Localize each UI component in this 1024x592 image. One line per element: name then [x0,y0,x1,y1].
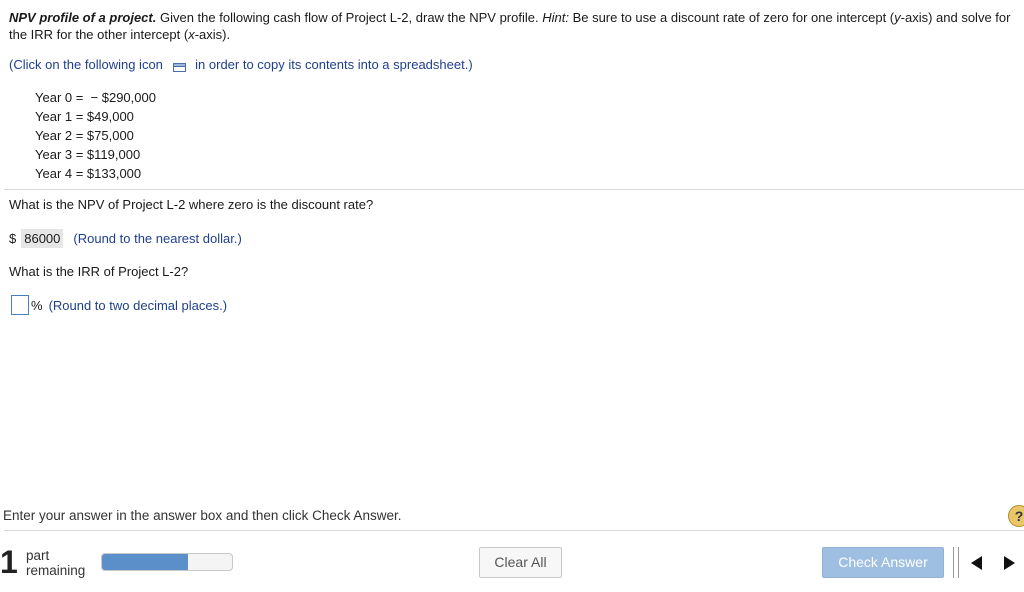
npv-rounding-note: (Round to the nearest dollar.) [73,231,242,246]
cash-flow-list: Year 0 = − $290,000 Year 1 = $49,000 Yea… [35,88,156,183]
cash-flow-year-2: Year 2 = $75,000 [35,128,134,143]
problem-text-4: -axis). [194,27,231,42]
parts-remaining-count: 1 [0,544,18,580]
cash-flow-year-3: Year 3 = $119,000 [35,147,141,162]
nav-divider [958,547,959,578]
problem-text-2: Be sure to use a discount rate of zero f… [568,10,895,25]
footer-divider [4,530,1024,531]
irr-answer-input[interactable] [11,295,29,315]
cash-flow-year-4: Year 4 = $133,000 [35,166,142,181]
copy-instruction: (Click on the following icon in order to… [9,57,473,73]
copy-instruction-before: (Click on the following icon [9,57,163,72]
previous-question-button[interactable] [962,547,992,578]
percent-unit: % [31,297,43,313]
triangle-left-icon [971,555,982,570]
triangle-right-icon [1004,555,1015,570]
problem-statement: NPV profile of a project. Given the foll… [9,9,1019,43]
progress-bar [101,553,233,571]
hint-label: Hint: [542,10,569,25]
parts-label-line1: part [26,548,50,563]
footer-instructions: Enter your answer in the answer box and … [3,508,402,523]
parts-remaining-label: part remaining [26,548,85,578]
cash-flow-year-1: Year 1 = $49,000 [35,109,134,124]
problem-title: NPV profile of a project. [9,10,157,25]
section-divider [4,189,1024,190]
question-navigation [953,547,1024,578]
progress-bar-fill [102,554,188,570]
copy-spreadsheet-icon[interactable] [172,60,186,73]
cash-flow-year-0: Year 0 = − $290,000 [35,90,156,105]
npv-answer-value[interactable]: 86000 [21,229,64,248]
answer-npv-row: $ 86000 (Round to the nearest dollar.) [9,229,242,248]
irr-rounding-note: (Round to two decimal places.) [48,297,228,313]
clear-all-button[interactable]: Clear All [479,547,562,578]
check-answer-button[interactable]: Check Answer [822,547,944,578]
currency-symbol: $ [9,231,17,246]
parts-label-line2: remaining [26,563,86,578]
answer-irr-row: % (Round to two decimal places.) [11,295,227,315]
help-icon[interactable]: ? [1008,505,1024,527]
question-irr: What is the IRR of Project L-2? [9,264,189,279]
next-question-button[interactable] [994,547,1024,578]
question-npv: What is the NPV of Project L-2 where zer… [9,197,374,212]
copy-instruction-after: in order to copy its contents into a spr… [195,57,473,72]
problem-text-1: Given the following cash flow of Project… [156,10,543,25]
